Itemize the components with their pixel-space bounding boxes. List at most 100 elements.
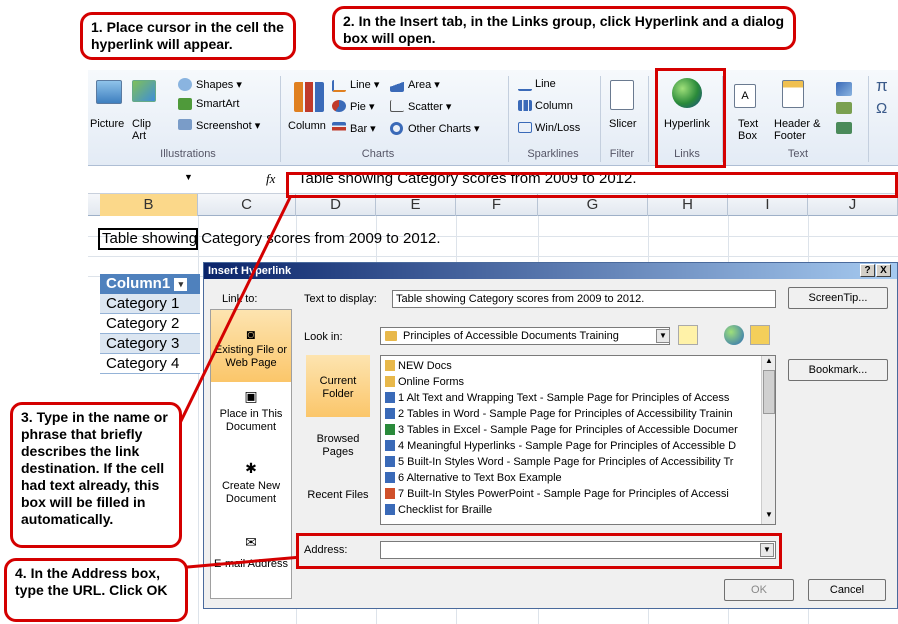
other-charts-button[interactable]: Other Charts ▾ xyxy=(408,122,480,135)
file-list-item[interactable]: Online Forms xyxy=(385,376,464,389)
bar-chart-icon xyxy=(332,122,346,134)
word-file-icon xyxy=(385,392,395,403)
look-in-select[interactable]: Principles of Accessible Documents Train… xyxy=(380,327,670,345)
line-chart-button[interactable]: Line ▾ xyxy=(350,78,379,91)
browse-file-icon[interactable] xyxy=(750,325,770,345)
file-list-item[interactable]: 2 Tables in Word - Sample Page for Princ… xyxy=(385,408,733,421)
sparkline-column-icon xyxy=(518,100,532,111)
sparklines-group-label: Sparklines xyxy=(527,148,579,160)
file-list-item[interactable]: 1 Alt Text and Wrapping Text - Sample Pa… xyxy=(385,392,729,405)
shapes-button[interactable]: Shapes ▾ xyxy=(196,78,242,91)
browse-web-icon[interactable] xyxy=(724,325,744,345)
smartart-button[interactable]: SmartArt xyxy=(196,98,239,110)
sparkline-line-button[interactable]: Line xyxy=(535,78,556,90)
table-row[interactable]: Category 4 xyxy=(100,354,200,374)
callout-step-4: 4. In the Address box, type the URL. Cli… xyxy=(4,558,188,622)
file-list-item[interactable]: 7 Built-In Styles PowerPoint - Sample Pa… xyxy=(385,488,729,501)
file-name: Online Forms xyxy=(398,376,465,388)
nav-create-new-document[interactable]: Create New Document xyxy=(211,480,291,506)
pie-chart-button[interactable]: Pie ▾ xyxy=(350,100,374,113)
column-chart-button[interactable]: Column xyxy=(288,120,326,132)
file-list-item[interactable]: 4 Meaningful Hyperlinks - Sample Page fo… xyxy=(385,440,736,453)
ok-button[interactable]: OK xyxy=(724,579,794,601)
sparkline-winloss-button[interactable]: Win/Loss xyxy=(535,122,580,134)
header-footer-icon xyxy=(782,80,804,108)
callout-step-1: 1. Place cursor in the cell the hyperlin… xyxy=(80,12,296,60)
table-row[interactable]: Category 3 xyxy=(100,334,200,354)
browse-browsed-pages[interactable]: Browsed Pages xyxy=(306,433,370,459)
table-row[interactable]: Category 2 xyxy=(100,314,200,334)
picture-button[interactable]: Picture xyxy=(90,118,124,130)
bar-chart-button[interactable]: Bar ▾ xyxy=(350,122,376,135)
file-name: Checklist for Braille xyxy=(398,504,493,516)
look-in-label: Look in: xyxy=(304,331,343,343)
shapes-icon xyxy=(178,78,192,91)
word-file-icon xyxy=(385,472,395,483)
nav-existing-file[interactable]: Existing File or Web Page xyxy=(211,344,291,370)
callout-step-3: 3. Type in the name or phrase that brief… xyxy=(10,402,182,548)
column-chart-icon xyxy=(294,82,324,112)
screenshot-button[interactable]: Screenshot ▾ xyxy=(196,119,260,132)
symbol-button[interactable]: Ω xyxy=(876,100,887,117)
text-to-display-input[interactable]: Table showing Category scores from 2009 … xyxy=(392,290,776,308)
email-address-icon: ✉ xyxy=(245,534,257,550)
header-footer-button[interactable]: Header & Footer xyxy=(774,118,824,142)
table-header-cell[interactable]: Column1 ▾ xyxy=(100,274,200,294)
picture-icon xyxy=(96,80,122,104)
charts-group-label: Charts xyxy=(361,148,395,160)
file-name: NEW Docs xyxy=(398,360,452,372)
create-new-document-icon: ✱ xyxy=(245,460,257,476)
illustrations-group-label: Illustrations xyxy=(160,148,216,160)
nav-place-in-document[interactable]: Place in This Document xyxy=(211,408,291,434)
browse-current-folder[interactable]: Current Folder xyxy=(306,375,370,401)
link-to-nav: ◙ Existing File or Web Page ▣ Place in T… xyxy=(210,309,292,599)
other-charts-icon xyxy=(390,122,403,135)
help-button[interactable]: ? xyxy=(860,264,875,277)
equation-button[interactable]: π xyxy=(876,76,888,96)
file-list-item[interactable]: NEW Docs xyxy=(385,360,452,373)
clipart-button[interactable]: Clip Art xyxy=(132,118,162,142)
object-icon xyxy=(836,122,852,134)
file-list-item[interactable]: 5 Built-In Styles Word - Sample Page for… xyxy=(385,456,733,469)
word-file-icon xyxy=(385,408,395,419)
screentip-button[interactable]: ScreenTip... xyxy=(788,287,888,309)
excel-file-icon xyxy=(385,424,395,435)
sparkline-column-button[interactable]: Column xyxy=(535,100,573,112)
fx-icon[interactable]: fx xyxy=(266,171,275,187)
file-name: 2 Tables in Word - Sample Page for Princ… xyxy=(398,408,733,420)
table-row[interactable]: Category 1 xyxy=(100,294,200,314)
filter-group-label: Filter xyxy=(609,148,635,160)
hyperlink-highlight-box xyxy=(655,68,726,168)
dialog-title: Insert Hyperlink xyxy=(204,263,897,279)
up-folder-icon[interactable] xyxy=(678,325,698,345)
filter-dropdown-icon[interactable]: ▾ xyxy=(174,278,188,291)
close-button[interactable]: X xyxy=(876,264,891,277)
textbox-icon: A xyxy=(734,84,756,108)
name-box-dropdown-icon[interactable]: ▼ xyxy=(184,172,193,182)
file-name: 7 Built-In Styles PowerPoint - Sample Pa… xyxy=(398,488,729,500)
file-list-item[interactable]: 3 Tables in Excel - Sample Page for Prin… xyxy=(385,424,738,437)
bookmark-button[interactable]: Bookmark... xyxy=(788,359,888,381)
file-list-item[interactable]: Checklist for Braille xyxy=(385,504,492,517)
word-file-icon xyxy=(385,440,395,451)
file-name: 6 Alternative to Text Box Example xyxy=(398,472,562,484)
word-file-icon xyxy=(385,504,395,515)
cancel-button[interactable]: Cancel xyxy=(808,579,886,601)
look-in-dropdown-icon[interactable]: ▼ xyxy=(656,329,670,343)
textbox-button[interactable]: Text Box xyxy=(738,118,766,142)
ppt-file-icon xyxy=(385,488,395,499)
area-chart-button[interactable]: Area ▾ xyxy=(408,78,440,91)
browse-nav: Current Folder Browsed Pages Recent File… xyxy=(302,355,374,535)
screenshot-icon xyxy=(178,119,192,130)
column-header-b[interactable]: B xyxy=(100,194,198,216)
slicer-button[interactable]: Slicer xyxy=(609,118,637,130)
file-list-item[interactable]: 6 Alternative to Text Box Example xyxy=(385,472,562,485)
text-group-label: Text xyxy=(787,148,809,160)
scrollbar-thumb[interactable] xyxy=(763,370,775,414)
file-list[interactable]: NEW Docs Online Forms 1 Alt Text and Wrapp… xyxy=(380,355,776,525)
browse-recent-files[interactable]: Recent Files xyxy=(306,489,370,502)
line-chart-icon xyxy=(332,80,346,92)
scatter-chart-button[interactable]: Scatter ▾ xyxy=(408,100,451,113)
file-name: 5 Built-In Styles Word - Sample Page for… xyxy=(398,456,734,468)
file-list-scrollbar[interactable]: ▲ ▼ xyxy=(761,356,775,524)
